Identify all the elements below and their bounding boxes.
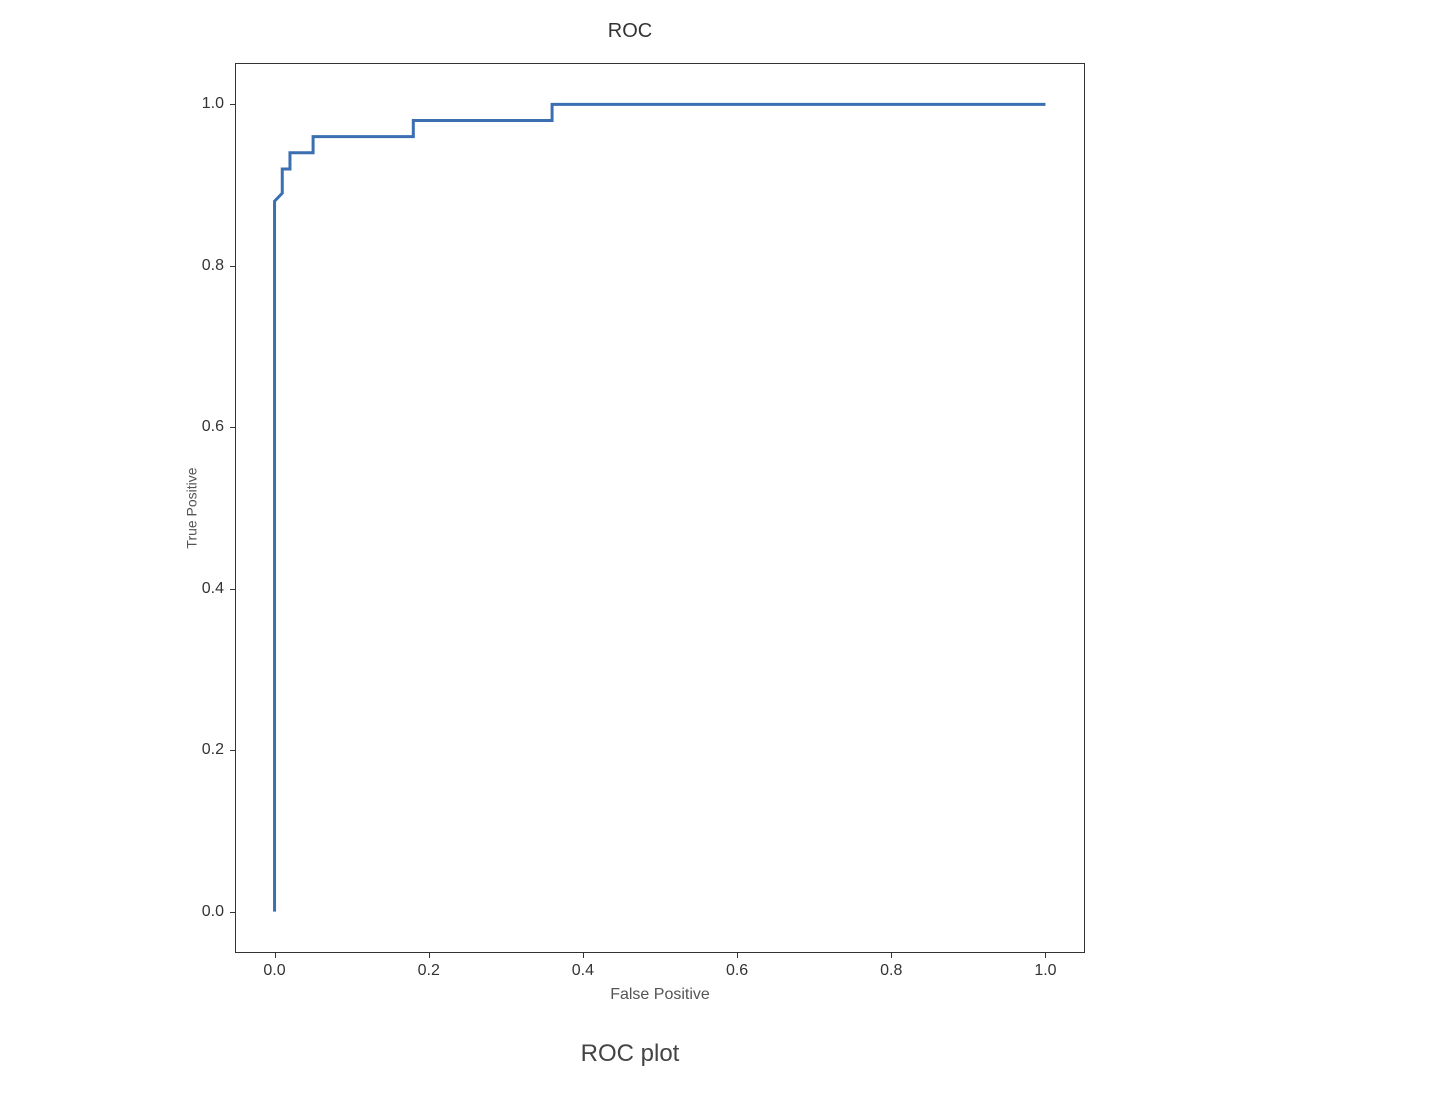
- y-tick-mark: [230, 912, 236, 913]
- y-tick-label: 0.4: [202, 580, 224, 598]
- x-tick-mark: [275, 952, 276, 958]
- roc-chart: ROC 0.0 0.2 0.4 0.6 0.8 1.0 0.0 0.2 0.4 0.6 0.8 1.…: [130, 20, 1130, 1020]
- x-tick-mark: [1045, 952, 1046, 958]
- plot-wrapper: 0.0 0.2 0.4 0.6 0.8 1.0 0.0 0.2 0.4 0.6 0.8 1.0 Tr…: [130, 53, 1130, 1013]
- y-tick-label: 0.0: [202, 903, 224, 921]
- plot-svg: [236, 64, 1084, 952]
- x-tick-label: 0.6: [726, 962, 748, 980]
- x-tick-label: 0.2: [418, 962, 440, 980]
- y-tick-mark: [230, 750, 236, 751]
- x-tick-mark: [429, 952, 430, 958]
- x-tick-label: 0.4: [572, 962, 594, 980]
- x-tick-label: 0.8: [880, 962, 902, 980]
- y-tick-mark: [230, 104, 236, 105]
- y-tick-mark: [230, 427, 236, 428]
- y-tick-label: 0.8: [202, 257, 224, 275]
- x-tick-mark: [891, 952, 892, 958]
- x-tick-mark: [583, 952, 584, 958]
- y-tick-label: 1.0: [202, 95, 224, 113]
- y-tick-mark: [230, 589, 236, 590]
- x-tick-label: 1.0: [1034, 962, 1056, 980]
- y-tick-label: 0.2: [202, 741, 224, 759]
- figure-caption: ROC plot: [0, 1040, 1260, 1068]
- roc-curve-line: [275, 104, 1046, 911]
- x-tick-label: 0.0: [263, 962, 285, 980]
- y-axis-label: True Positive: [184, 467, 200, 548]
- x-tick-mark: [737, 952, 738, 958]
- y-tick-mark: [230, 266, 236, 267]
- x-axis-label: False Positive: [610, 986, 710, 1004]
- chart-title: ROC: [130, 20, 1130, 43]
- y-tick-label: 0.6: [202, 418, 224, 436]
- plot-area: 0.00.20.40.60.81.0 0.00.20.40.60.81.0 Tr…: [235, 63, 1085, 953]
